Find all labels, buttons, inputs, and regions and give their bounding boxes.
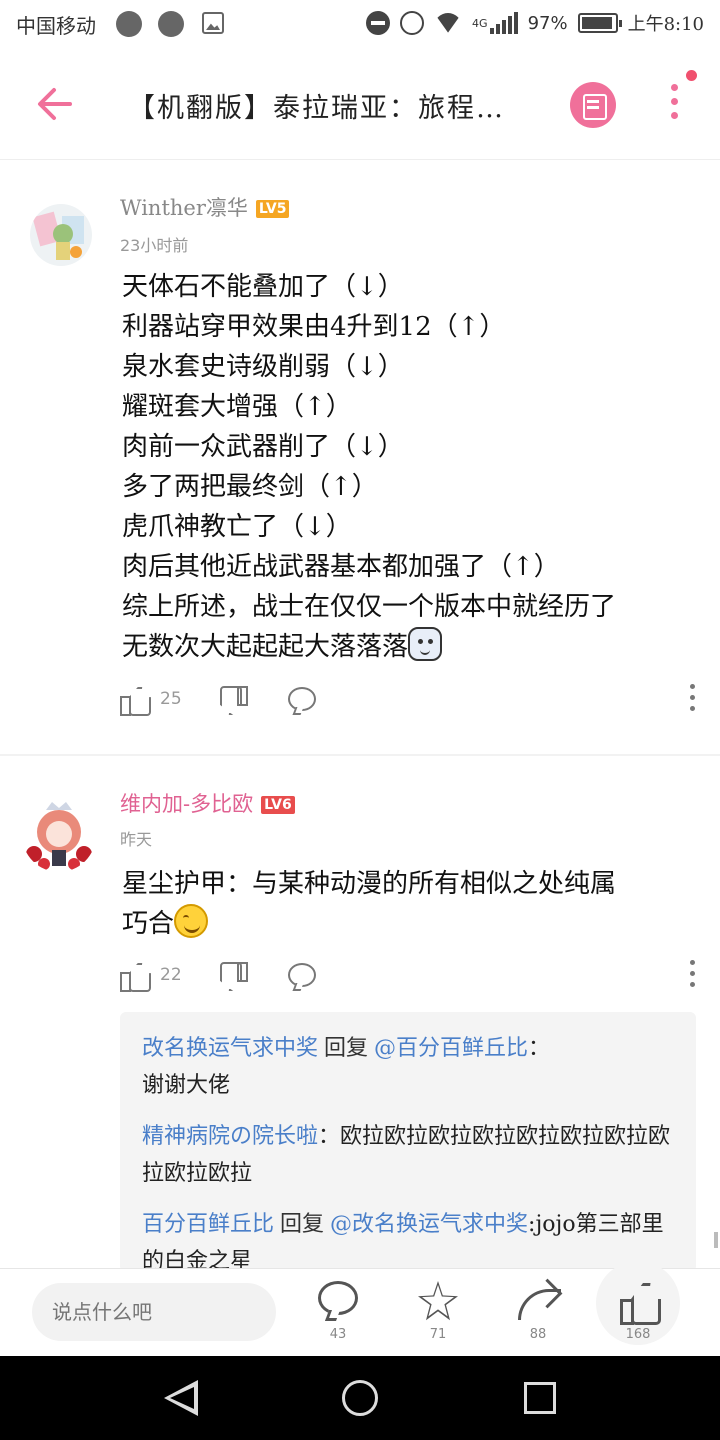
do-not-disturb-icon <box>366 11 391 35</box>
like-count: 25 <box>160 689 182 709</box>
robot-emoji-icon <box>408 627 443 661</box>
reply-mention[interactable]: @改名换运气求中奖 <box>330 1212 528 1237</box>
comment-actions: 22 <box>120 958 700 992</box>
like-button[interactable]: 22 <box>120 958 182 992</box>
comment-time: 昨天 <box>120 830 153 849</box>
network-type-label: 4G <box>472 16 488 30</box>
thumbs-down-icon <box>218 960 248 990</box>
comment-item: 维内加-多比欧 LV6 昨天 星尘护甲：与某种动漫的所有相似之处纯属 巧合 22 … <box>0 758 720 1272</box>
thumbs-up-icon <box>120 684 150 716</box>
speech-bubble-icon <box>288 687 316 711</box>
comments-count: 43 <box>329 1327 347 1342</box>
favorite-button[interactable]: 71 <box>408 1281 468 1349</box>
thumbs-up-icon <box>618 1281 658 1325</box>
bottom-action-bar: 43 71 88 168 <box>0 1261 720 1356</box>
like-article-button[interactable]: 168 <box>608 1281 668 1349</box>
reply-item[interactable]: 改名换运气求中奖 回复 @百分百鲜丘比： 谢谢大佬 <box>142 1030 676 1104</box>
more-vertical-icon[interactable] <box>664 84 684 124</box>
battery-percent: 97% <box>527 12 568 34</box>
like-count: 22 <box>160 965 182 985</box>
more-vertical-icon[interactable] <box>684 958 700 992</box>
comment-text: 星尘护甲：与某种动漫的所有相似之处纯属 巧合 <box>122 869 617 939</box>
system-nav-bar <box>0 1356 720 1440</box>
reply-text: 谢谢大佬 <box>142 1073 231 1098</box>
page-title: 【机翻版】泰拉瑞亚：旅程… <box>128 93 505 124</box>
star-icon <box>418 1281 458 1321</box>
notification-icon <box>158 11 184 37</box>
reply-author[interactable]: 精神病院の院长啦 <box>142 1124 318 1149</box>
avatar[interactable] <box>30 204 92 266</box>
arrow-left-icon[interactable] <box>34 84 78 124</box>
shares-count: 88 <box>529 1327 547 1342</box>
nav-recents-icon[interactable] <box>524 1382 556 1414</box>
comment-username[interactable]: Winther凛华 LV5 <box>120 192 290 222</box>
app-header: 【机翻版】泰拉瑞亚：旅程… <box>0 50 720 160</box>
notification-icon <box>116 11 142 37</box>
level-badge: LV6 <box>261 796 295 814</box>
likes-count: 168 <box>625 1327 651 1342</box>
comments-button[interactable]: 43 <box>308 1281 368 1349</box>
reply-author[interactable]: 改名换运气求中奖 <box>142 1036 318 1061</box>
favorites-count: 71 <box>429 1327 447 1342</box>
more-vertical-icon[interactable] <box>684 682 700 716</box>
speech-bubble-icon <box>318 1281 358 1315</box>
level-badge: LV5 <box>255 200 290 218</box>
grin-emoji-icon <box>174 904 209 938</box>
reply-mention[interactable]: @百分百鲜丘比 <box>374 1036 528 1061</box>
status-bar: 中国移动 4G 97% 上午8:10 <box>0 0 720 50</box>
clock: 上午8:10 <box>627 14 704 35</box>
reply-item[interactable]: 百分百鲜丘比 回复 @改名换运气求中奖:jojo第三部里的白金之星 <box>142 1206 676 1272</box>
dislike-button[interactable] <box>218 682 248 716</box>
battery-icon <box>577 13 622 33</box>
thumbs-up-icon <box>120 960 150 992</box>
carrier-label: 中国移动 <box>16 14 96 38</box>
speech-bubble-icon <box>288 963 316 987</box>
wifi-icon <box>434 13 462 33</box>
reply-button[interactable] <box>288 958 316 992</box>
comment-input[interactable] <box>32 1283 276 1341</box>
thumbs-down-icon <box>218 684 248 714</box>
avatar[interactable] <box>22 798 96 872</box>
reply-button[interactable] <box>288 682 316 716</box>
comment-item: Winther凛华 LV5 23小时前 天体石不能叠加了（↓） 利器站穿甲效果由4… <box>0 160 720 756</box>
like-button[interactable]: 25 <box>120 682 182 716</box>
comment-actions: 25 <box>120 682 700 716</box>
dislike-button[interactable] <box>218 958 248 992</box>
comment-time: 23小时前 <box>120 236 189 255</box>
alarm-icon <box>400 11 425 35</box>
nav-back-icon[interactable] <box>164 1380 198 1416</box>
share-arrow-icon <box>518 1281 561 1321</box>
share-button[interactable]: 88 <box>508 1281 568 1349</box>
comment-text: 天体石不能叠加了（↓） 利器站穿甲效果由4升到12（↑） 泉水套史诗级削弱（↓）… <box>122 272 617 662</box>
image-view-icon[interactable] <box>570 82 616 128</box>
scrollbar[interactable] <box>714 1232 718 1248</box>
reply-author[interactable]: 百分百鲜丘比 <box>142 1212 274 1237</box>
replies-box[interactable]: 改名换运气求中奖 回复 @百分百鲜丘比： 谢谢大佬 精神病院の院长啦：欧拉欧拉欧拉欧拉… <box>120 1012 696 1272</box>
comment-username[interactable]: 维内加-多比欧 LV6 <box>120 788 295 818</box>
signal-icon <box>489 12 518 34</box>
nav-home-icon[interactable] <box>342 1380 378 1416</box>
reply-item[interactable]: 精神病院の院长啦：欧拉欧拉欧拉欧拉欧拉欧拉欧拉欧拉欧拉欧拉 <box>142 1118 676 1192</box>
gallery-notification-icon <box>202 12 224 34</box>
notification-dot <box>686 70 697 81</box>
